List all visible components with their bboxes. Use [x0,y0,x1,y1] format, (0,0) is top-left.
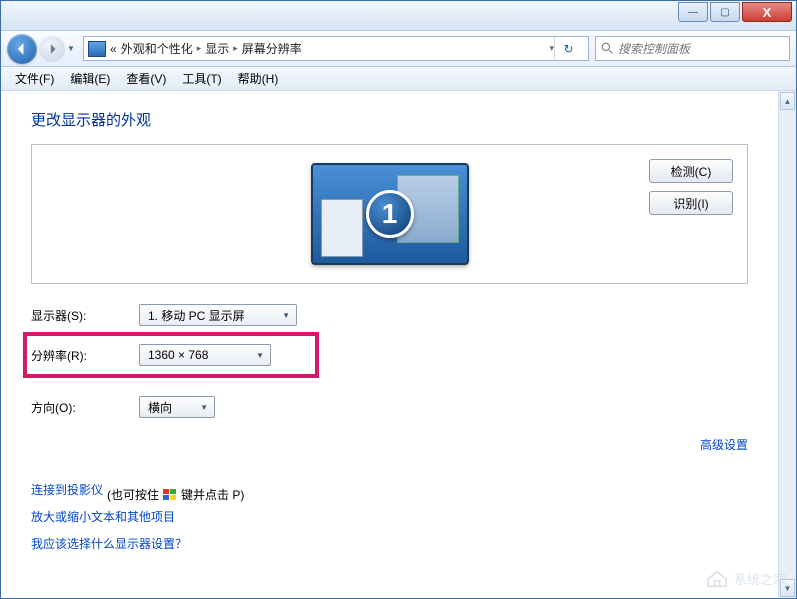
nav-back-button[interactable] [7,34,37,64]
scroll-track[interactable] [779,111,796,578]
resolution-dropdown[interactable]: 1360 × 768 [139,344,271,366]
monitor-number-badge: 1 [366,190,414,238]
display-field: 显示器(S): 1. 移动 PC 显示屏 [31,304,748,326]
monitor-preview[interactable]: 1 [311,163,469,265]
navbar: ▼ « 外观和个性化 ▸ 显示 ▸ 屏幕分辨率 ▾ ↻ [1,31,796,67]
titlebar: — ▢ X [1,1,796,31]
menu-edit[interactable]: 编辑(E) [62,68,118,89]
orientation-dropdown-value: 横向 [148,399,172,416]
resolution-field: 分辨率(R): 1360 × 768 [31,344,311,366]
projector-hint-text: (也可按住 [107,486,159,503]
scroll-up-button[interactable]: ▲ [780,92,795,110]
chevron-right-icon: ▸ [197,43,202,54]
text-size-link[interactable]: 放大或缩小文本和其他项目 [31,508,175,525]
search-input[interactable] [618,42,789,56]
nav-history-dropdown[interactable]: ▼ [65,39,77,59]
page-title: 更改显示器的外观 [31,109,748,130]
breadcrumb-item[interactable]: 屏幕分辨率 [242,40,302,57]
nav-forward-button[interactable] [39,36,65,62]
menu-file[interactable]: 文件(F) [7,68,62,89]
content-area: 更改显示器的外观 1 检测(C) 识别(I) 显示器(S): 1. 移动 PC … [1,91,778,598]
resolution-highlight: 分辨率(R): 1360 × 768 [23,332,319,378]
search-box[interactable] [595,36,790,61]
links-section: 高级设置 连接到投影仪 (也可按住 键并点击 P) 放大或缩小文本和其他项目 我… [31,436,748,562]
chevron-right-icon: ▸ [233,43,238,54]
resolution-label: 分辨率(R): [31,347,139,364]
scroll-down-button[interactable]: ▼ [780,579,795,597]
identify-button[interactable]: 识别(I) [649,191,733,215]
address-bar[interactable]: « 外观和个性化 ▸ 显示 ▸ 屏幕分辨率 ▾ ↻ [83,36,589,61]
control-panel-icon [88,41,106,57]
display-help-link[interactable]: 我应该选择什么显示器设置？ [31,535,187,552]
orientation-field: 方向(O): 横向 [31,396,748,418]
maximize-button[interactable]: ▢ [710,2,740,22]
monitor-thumb-window [321,199,363,257]
resolution-dropdown-value: 1360 × 768 [148,348,208,362]
menubar: 文件(F) 编辑(E) 查看(V) 工具(T) 帮助(H) [1,67,796,91]
display-dropdown-value: 1. 移动 PC 显示屏 [148,307,245,324]
projector-hint-text: 键并点击 P) [181,486,244,503]
detect-button[interactable]: 检测(C) [649,159,733,183]
menu-help[interactable]: 帮助(H) [230,68,287,89]
search-icon [596,42,618,55]
orientation-label: 方向(O): [31,399,139,416]
control-panel-window: — ▢ X ▼ « 外观和个性化 ▸ 显示 ▸ 屏幕分辨率 ▾ ↻ [0,0,797,599]
breadcrumb-prefix: « [110,42,117,56]
menu-view[interactable]: 查看(V) [118,68,174,89]
breadcrumb[interactable]: « 外观和个性化 ▸ 显示 ▸ 屏幕分辨率 [110,40,302,57]
windows-key-icon [163,489,177,501]
menu-tools[interactable]: 工具(T) [174,68,229,89]
minimize-button[interactable]: — [678,2,708,22]
advanced-settings-link[interactable]: 高级设置 [700,436,748,453]
breadcrumb-item[interactable]: 显示 [205,40,229,57]
display-preview-box: 1 检测(C) 识别(I) [31,144,748,284]
display-label: 显示器(S): [31,307,139,324]
breadcrumb-item[interactable]: 外观和个性化 [121,40,193,57]
close-button[interactable]: X [742,2,792,22]
refresh-button[interactable]: ↻ [554,37,582,60]
orientation-dropdown[interactable]: 横向 [139,396,215,418]
vertical-scrollbar[interactable]: ▲ ▼ [778,91,796,598]
display-dropdown[interactable]: 1. 移动 PC 显示屏 [139,304,297,326]
projector-link[interactable]: 连接到投影仪 [31,481,103,498]
